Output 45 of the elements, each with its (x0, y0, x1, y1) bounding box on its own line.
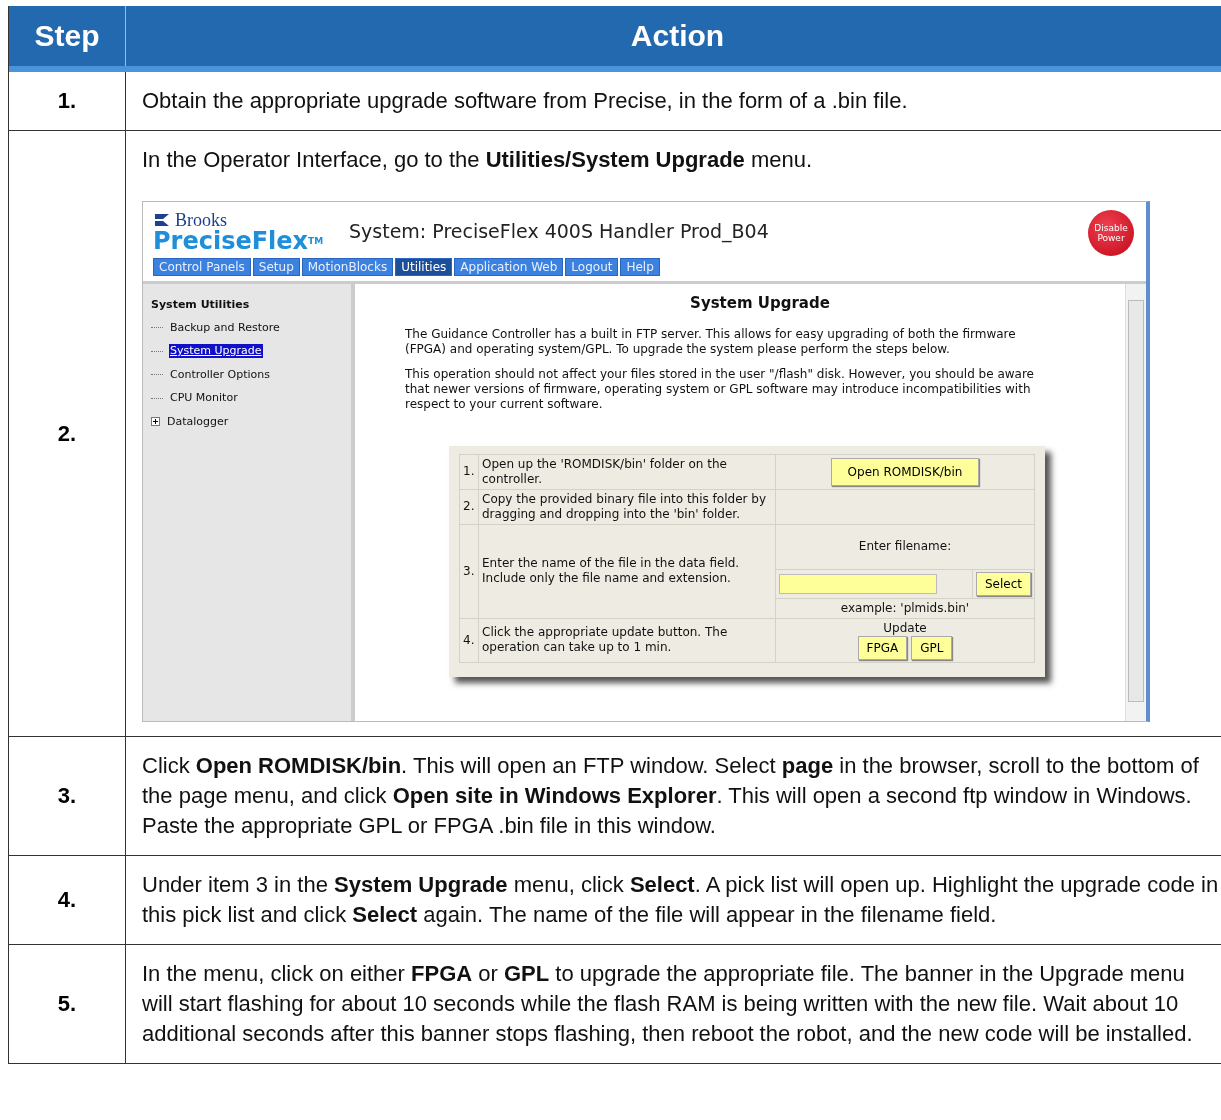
step-number: 1. (57, 88, 77, 114)
step-instruction: Under item 3 in the System Upgrade menu, click Select. A pick list will open up. Highlight the upgrade code in this pick list and click Select again. The name of the file will appear in the filename field. (142, 871, 1220, 929)
system-title: System: PreciseFlex 400S Handler Prod_B04 (349, 220, 769, 244)
step-number: 4. (459, 618, 479, 663)
column-header: Step (9, 6, 126, 66)
step-text: Copy the provided binary file into this folder by dragging and dropping into the 'bin' folder. (478, 489, 776, 525)
step-instruction: Click Open ROMDISK/bin. This will open an FTP window. Select page in the browser, scroll to the bottom of the page menu, and click Open site in Windows Explorer. This will open a second ftp window in Windows. Paste the appropriate GPL or FPGA .bin file in this window. (142, 752, 1200, 840)
step-number: 4. (57, 887, 77, 913)
brand-name: Brooks (175, 211, 227, 229)
example-text: example: 'plmids.bin' (775, 598, 1035, 619)
step-instruction: In the Operator Interface, go to the Utilities/System Upgrade menu. (142, 146, 814, 174)
nav-tab[interactable]: Utilities (395, 258, 453, 276)
description-text: This operation should not affect your files stored in the user "/flash" disk. However, you should be aware that newer versions of firmware, operating system or GPL software may introduce incompatibilities with respect to your current software. (405, 366, 1035, 412)
column-header: Action (629, 18, 726, 54)
step-number: 5. (57, 991, 77, 1017)
open-folder-button[interactable]: Open ROMDISK/bin (830, 457, 980, 486)
step-text: Open up the 'ROMDISK/bin' folder on the controller. (478, 454, 776, 490)
update-label: Update (882, 620, 928, 636)
update-button[interactable]: FPGA (857, 635, 908, 660)
sidebar-item[interactable]: Datalogger (166, 414, 230, 429)
step-text: Click the appropriate update button. The operation can take up to 1 min. (478, 618, 776, 663)
sidebar-item[interactable]: System Upgrade (169, 344, 263, 358)
step-instruction: In the menu, click on either FPGA or GPL to upgrade the appropriate file. The banner in the Upgrade menu will start flashing for about 10 seconds while the flash RAM is being written with the new file. Wait about 10 additional seconds after this banner stops flashing, then reboot the robot, and the new code will be installed. (142, 960, 1194, 1048)
field-label: Enter filename: (775, 524, 1035, 570)
product-name: PreciseFlex (153, 227, 309, 255)
step-number: 2. (459, 489, 479, 525)
step-text: Enter the name of the file in the data field. Include only the file name and extension. (478, 524, 776, 619)
step-number: 1. (459, 454, 479, 490)
sidebar-heading: System Utilities (151, 298, 251, 312)
disable-power-button[interactable]: Disable Power (1088, 210, 1134, 256)
step-number: 3. (57, 783, 77, 809)
panel-title: System Upgrade (689, 294, 831, 313)
scrollbar[interactable] (1125, 284, 1146, 721)
step-number: 3. (459, 524, 479, 619)
sidebar-item[interactable]: Backup and Restore (169, 320, 281, 335)
filename-field[interactable] (779, 573, 937, 594)
sidebar-item[interactable]: Controller Options (169, 367, 272, 382)
sidebar-item[interactable]: CPU Monitor (169, 391, 239, 405)
description-text: The Guidance Controller has a built in FTP server. This allows for easy upgrading of both the firmware (FPGA) and operating system/GPL. To upgrade the system please perform the steps below. (405, 326, 1017, 357)
update-button[interactable]: GPL (911, 635, 953, 660)
trademark: TM (308, 236, 324, 246)
expand-icon[interactable] (151, 417, 160, 426)
select-button[interactable]: Select (975, 571, 1031, 596)
step-instruction: Obtain the appropriate upgrade software from Precise, in the form of a .bin file. (142, 87, 909, 115)
step-number: 2. (57, 420, 77, 447)
